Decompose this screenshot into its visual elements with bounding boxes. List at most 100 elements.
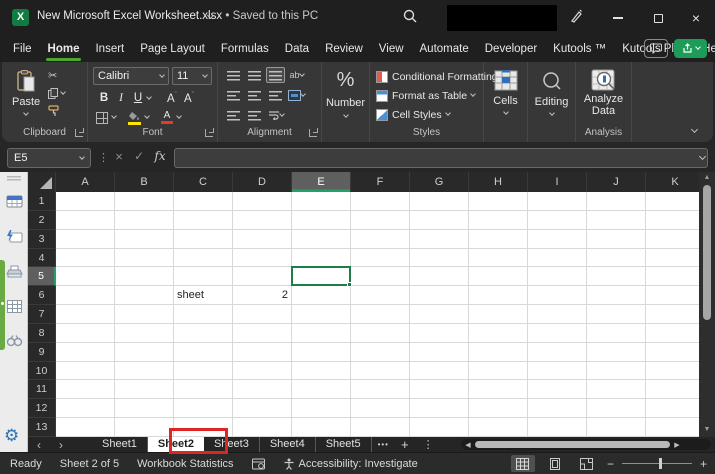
bold-button[interactable]: B [96,92,112,104]
row-header-4[interactable]: 4 [28,248,56,268]
select-all-corner[interactable] [28,172,56,192]
new-sheet-button[interactable]: + [401,437,409,452]
cell-I13[interactable] [528,418,587,437]
cell-F4[interactable] [351,248,410,268]
italic-button[interactable]: I [113,92,129,104]
grow-font-button[interactable]: Aˆ [164,92,180,105]
row-header-7[interactable]: 7 [28,305,56,324]
menu-tab-page-layout[interactable]: Page Layout [140,43,205,55]
next-sheet-icon[interactable]: › [50,438,72,452]
cell-J6[interactable] [587,286,646,306]
column-header-C[interactable]: C [174,172,233,192]
sheet-tab-sheet5[interactable]: Sheet5 [316,437,372,452]
underline-button[interactable]: U [130,92,146,104]
row-header-12[interactable]: 12 [28,399,56,419]
cell-F11[interactable] [351,380,410,400]
cell-F2[interactable] [351,210,410,230]
cell-E11[interactable] [292,380,351,400]
cell-K2[interactable] [646,211,699,230]
row-header-6[interactable]: 6 [28,286,56,306]
menu-tab-data[interactable]: Data [285,43,309,55]
menu-tab-kutools-[interactable]: Kutools ™ [553,43,606,55]
cell-G8[interactable] [410,323,469,343]
workbook-sheet-icon[interactable] [6,194,23,209]
cell-B10[interactable] [115,361,174,381]
align-left-button[interactable] [224,87,243,103]
analyze-data-button[interactable]: Analyze Data [576,67,631,117]
shrink-font-button[interactable]: Aˇ [181,92,197,105]
cell-A3[interactable] [56,229,115,249]
cell-F13[interactable] [351,418,410,437]
scroll-up-icon[interactable]: ▲ [699,174,715,181]
cell-C4[interactable] [174,248,233,268]
cell-K1[interactable] [646,192,699,211]
pane-handle-icon[interactable] [7,176,21,181]
more-sheets-dots-icon[interactable]: ••• [378,440,389,449]
cell-H4[interactable] [469,248,528,268]
cell-B1[interactable] [115,192,174,211]
page-layout-view-button[interactable] [543,455,567,472]
cell-A5[interactable] [56,267,115,287]
cell-I2[interactable] [528,210,587,230]
increase-indent-button[interactable] [245,107,264,123]
zoom-slider[interactable] [621,458,692,470]
zoom-out-button[interactable]: − [607,457,614,471]
cell-C12[interactable] [174,399,233,419]
row-header-5[interactable]: 5 [28,267,56,287]
workbook-statistics-button[interactable]: Workbook Statistics [137,458,233,470]
column-header-B[interactable]: B [115,172,174,192]
cell-E13[interactable] [292,418,351,437]
row-header-13[interactable]: 13 [28,418,56,437]
cell-D3[interactable] [233,229,292,249]
ink-pen-icon[interactable] [568,8,590,28]
number-format-button[interactable]: % Number [322,67,369,118]
enter-icon[interactable]: ✓ [130,149,148,163]
close-button[interactable]: × [676,0,715,36]
maximize-button[interactable] [638,0,678,36]
cell-styles-button[interactable]: Cell Styles [370,105,483,124]
cell-J3[interactable] [587,229,646,249]
cell-J12[interactable] [587,399,646,419]
font-size-combobox[interactable]: 11 [172,67,212,85]
search-icon[interactable] [402,8,424,28]
macro-record-icon[interactable] [251,458,265,470]
cell-F10[interactable] [351,361,410,381]
row-header-3[interactable]: 3 [28,229,56,249]
cell-G6[interactable] [410,286,469,306]
advanced-find-icon[interactable] [6,334,23,349]
cell-H3[interactable] [469,229,528,249]
cell-K4[interactable] [646,249,699,268]
cell-E1[interactable] [292,192,351,211]
cell-H2[interactable] [469,210,528,230]
scroll-left-icon[interactable]: ◀ [461,441,475,449]
cell-I1[interactable] [528,192,587,211]
cell-B9[interactable] [115,342,174,362]
cell-C8[interactable] [174,323,233,343]
cell-K10[interactable] [646,362,699,381]
cut-icon[interactable]: ✂ [48,69,65,82]
cell-H9[interactable] [469,342,528,362]
sheet-tab-sheet4[interactable]: Sheet4 [260,437,316,452]
borders-chevron-icon[interactable] [111,113,117,120]
vertical-scrollbar[interactable]: ▲ ▼ [699,172,715,437]
align-middle-button[interactable] [245,67,264,83]
cell-G11[interactable] [410,380,469,400]
cell-A2[interactable] [56,210,115,230]
cell-G12[interactable] [410,399,469,419]
format-painter-icon[interactable] [48,105,60,117]
cell-H7[interactable] [469,305,528,324]
cell-D11[interactable] [233,380,292,400]
cell-C2[interactable] [174,210,233,230]
cell-G3[interactable] [410,229,469,249]
cell-C9[interactable] [174,342,233,362]
font-color-chevron-icon[interactable] [176,113,182,120]
cell-A7[interactable] [56,305,115,324]
previous-sheet-icon[interactable]: ‹ [28,438,50,452]
clipboard-dialog-launcher-icon[interactable] [75,129,83,137]
cell-G7[interactable] [410,305,469,324]
window-title[interactable]: New Microsoft Excel Worksheet.xlsx • Sav… [37,10,318,22]
pane-toggle-handle[interactable] [0,260,5,350]
cell-E9[interactable] [292,342,351,362]
scroll-right-icon[interactable]: ▶ [670,441,684,449]
cell-C1[interactable] [174,192,233,211]
